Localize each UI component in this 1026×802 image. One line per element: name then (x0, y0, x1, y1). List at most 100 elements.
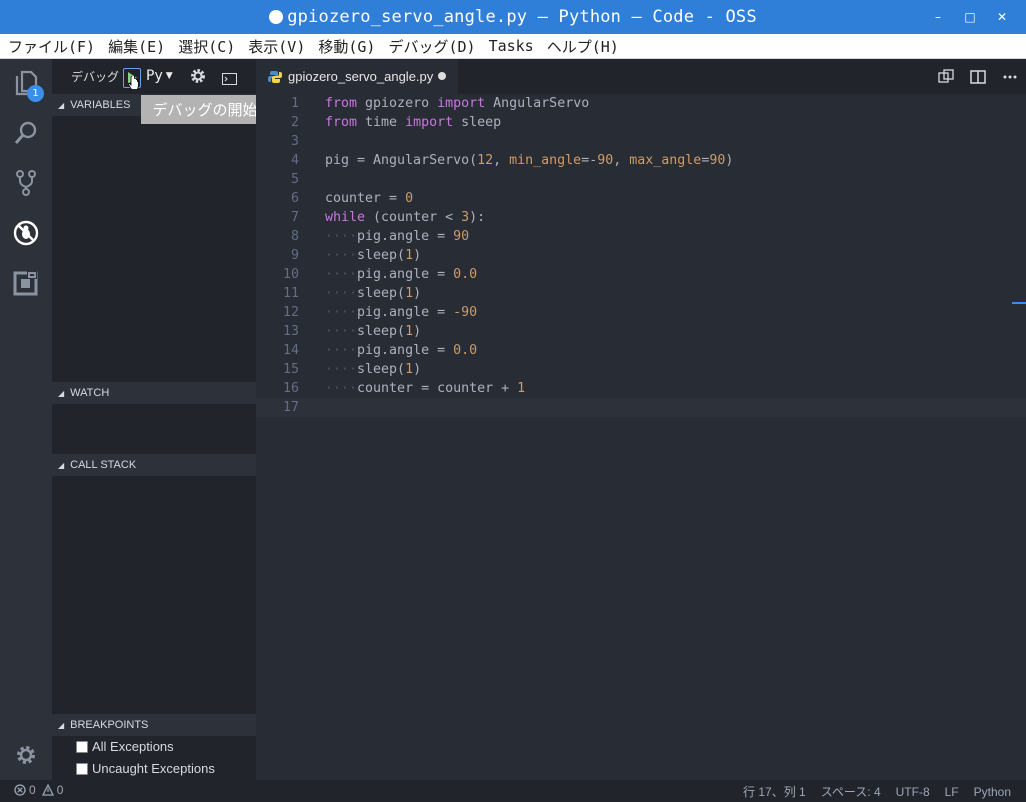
code-line[interactable]: 16 ····counter = counter + 1 (256, 379, 1026, 398)
editor-actions (930, 59, 1026, 94)
source-control-activity[interactable] (0, 159, 52, 207)
mouse-cursor-icon (127, 74, 140, 96)
menu-file[interactable]: ファイル(F) (8, 36, 95, 57)
code-token: counter = counter + (357, 381, 518, 396)
debug-settings-button[interactable] (190, 68, 206, 88)
menu-help[interactable]: ヘルプ(H) (547, 36, 619, 57)
breakpoint-all-exceptions[interactable]: All Exceptions (76, 739, 174, 754)
line-number: 13 (282, 324, 299, 339)
code-line[interactable]: 13 ····sleep(1) (256, 322, 1026, 341)
code-token: ) (413, 248, 422, 263)
code-token: ) (413, 286, 422, 301)
menu-selection[interactable]: 選択(C) (178, 36, 235, 57)
line-number: 1 (290, 96, 299, 111)
line-number: 8 (290, 229, 299, 244)
call-stack-panel (52, 476, 256, 714)
code-line[interactable]: 3 (256, 132, 1026, 151)
code-token: -90 (453, 305, 478, 320)
call-stack-section-header[interactable]: ◢ CALL STACK (52, 454, 256, 476)
code-token: pig.angle = (357, 305, 454, 320)
menu-go[interactable]: 移動(G) (318, 36, 375, 57)
minimize-button[interactable]: – (922, 10, 954, 24)
more-icon (1003, 75, 1017, 78)
code-line[interactable]: 8 ····pig.angle = 90 (256, 227, 1026, 246)
expanded-icon: ◢ (58, 100, 65, 110)
code-line[interactable]: 9 ····sleep(1) (256, 246, 1026, 265)
debug-activity[interactable] (0, 209, 52, 257)
code-token: 0.0 (453, 267, 478, 282)
split-editor-icon (970, 69, 986, 84)
menu-view[interactable]: 表示(V) (248, 36, 305, 57)
line-number: 14 (282, 343, 299, 358)
code-line[interactable]: 4 pig = AngularServo(12, min_angle=-90, m… (256, 151, 1026, 170)
code-line[interactable]: 14 ····pig.angle = 0.0 (256, 341, 1026, 360)
code-token: while (325, 210, 366, 225)
breakpoint-checkbox[interactable] (76, 762, 88, 775)
code-line[interactable]: 1 from gpiozero import AngularServo (256, 94, 1026, 113)
python-file-icon (268, 70, 282, 83)
whitespace-marker: ···· (325, 343, 358, 358)
menu-edit[interactable]: 編集(E) (108, 36, 165, 57)
code-token: sleep( (357, 324, 406, 339)
code-token: 1 (405, 286, 414, 301)
expanded-icon: ◢ (58, 388, 65, 398)
menu-debug[interactable]: デバッグ(D) (388, 36, 475, 57)
code-line[interactable]: 6 counter = 0 (256, 189, 1026, 208)
code-token: ): (469, 210, 486, 225)
code-text: ····sleep(1) (325, 360, 421, 379)
title-bar: gpiozero_servo_angle.py — Python — Code … (0, 0, 1026, 34)
code-line[interactable]: 5 (256, 170, 1026, 189)
status-bar: 0 0 行 17、列 1 スペース: 4 UTF-8 LF Python (0, 780, 1026, 802)
explorer-badge: 1 (27, 85, 44, 102)
end-of-line[interactable]: LF (945, 785, 959, 799)
encoding[interactable]: UTF-8 (896, 785, 930, 799)
cursor-position[interactable]: 行 17、列 1 (743, 783, 806, 800)
breakpoint-checkbox[interactable] (76, 740, 88, 753)
debug-icon (13, 220, 39, 246)
menu-tasks[interactable]: Tasks (489, 37, 534, 55)
unsaved-dot-icon[interactable] (438, 72, 446, 80)
code-token: sleep( (357, 286, 406, 301)
open-changes-button[interactable] (930, 59, 962, 94)
code-token: 1 (517, 381, 526, 396)
code-token: sleep (453, 115, 502, 130)
code-token: sleep( (357, 248, 406, 263)
explorer-activity[interactable]: 1 (0, 59, 52, 107)
code-text: while (counter < 3): (325, 208, 485, 227)
search-activity[interactable] (0, 109, 52, 157)
code-token: =- (581, 153, 598, 168)
code-token: 90 (709, 153, 726, 168)
code-line[interactable]: 10 ····pig.angle = 0.0 (256, 265, 1026, 284)
language-mode[interactable]: Python (974, 785, 1011, 799)
editor-tab[interactable]: gpiozero_servo_angle.py (256, 59, 458, 94)
code-line[interactable]: 17 (256, 398, 1026, 417)
code-token: from (325, 96, 358, 111)
line-number: 4 (290, 153, 299, 168)
code-line[interactable]: 12 ····pig.angle = -90 (256, 303, 1026, 322)
code-editor[interactable]: 1 from gpiozero import AngularServo 2 from … (256, 94, 1026, 780)
code-text: ····sleep(1) (325, 322, 421, 341)
watch-section-header[interactable]: ◢ WATCH (52, 382, 256, 404)
code-line[interactable]: 11 ····sleep(1) (256, 284, 1026, 303)
line-number: 6 (290, 191, 299, 206)
debug-console-button[interactable] (222, 70, 237, 89)
code-line[interactable]: 2 from time import sleep (256, 113, 1026, 132)
breakpoint-uncaught-exceptions[interactable]: Uncaught Exceptions (76, 761, 215, 776)
code-token: pig.angle = (357, 267, 454, 282)
code-line[interactable]: 15 ····sleep(1) (256, 360, 1026, 379)
gear-icon (17, 746, 35, 764)
maximize-button[interactable]: □ (954, 10, 986, 24)
code-text: ····counter = counter + 1 (325, 379, 525, 398)
line-number: 2 (290, 115, 299, 130)
manage-activity[interactable] (0, 731, 52, 779)
split-editor-button[interactable] (962, 59, 994, 94)
code-line[interactable]: 7 while (counter < 3): (256, 208, 1026, 227)
indentation[interactable]: スペース: 4 (821, 783, 881, 800)
extensions-activity[interactable] (0, 259, 52, 307)
code-token: 3 (461, 210, 470, 225)
problems-status[interactable]: 0 0 (14, 783, 63, 797)
breakpoints-section-header[interactable]: ◢ BREAKPOINTS (52, 714, 256, 736)
more-actions-button[interactable] (994, 59, 1026, 94)
close-button[interactable]: ✕ (986, 10, 1018, 24)
debug-config-select[interactable]: Py ▼ (146, 68, 173, 84)
